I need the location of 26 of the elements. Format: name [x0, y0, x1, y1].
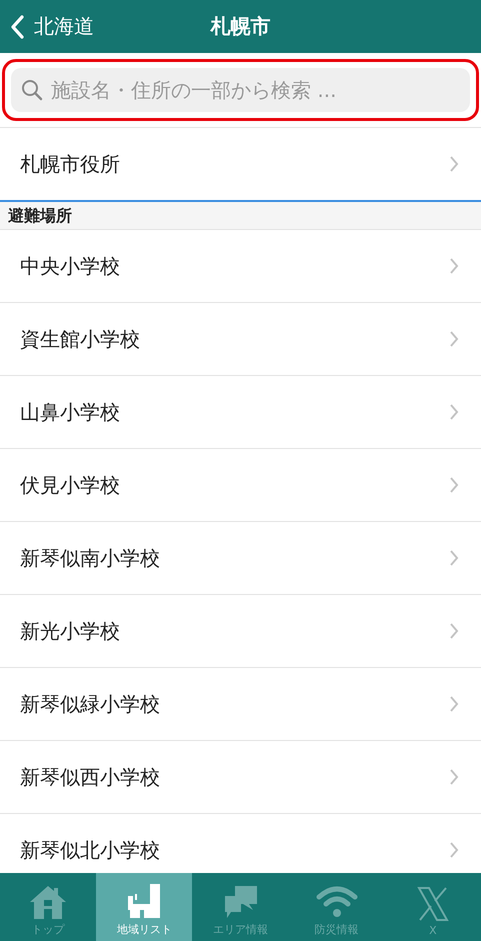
chevron-icon	[449, 622, 459, 640]
chevron-icon	[449, 841, 459, 859]
list-item[interactable]: 新琴似西小学校	[0, 741, 481, 814]
list-item[interactable]: 新光小学校	[0, 595, 481, 668]
list-item[interactable]: 山鼻小学校	[0, 376, 481, 449]
chevron-icon	[449, 155, 459, 173]
x-logo-icon	[414, 886, 451, 922]
chevron-icon	[449, 549, 459, 567]
list-item[interactable]: 新琴似南小学校	[0, 522, 481, 595]
chevron-icon	[449, 403, 459, 421]
chevron-icon	[449, 330, 459, 348]
section-header: 避難場所	[0, 200, 481, 230]
chevron-icon	[449, 257, 459, 275]
list-item[interactable]: 資生館小学校	[0, 303, 481, 376]
list-item[interactable]: 新琴似緑小学校	[0, 668, 481, 741]
chevron-icon	[449, 476, 459, 494]
search-field[interactable]: 施設名・住所の一部から検索 ...	[11, 68, 470, 112]
wifi-icon	[314, 884, 359, 920]
chevron-icon	[449, 768, 459, 786]
chevron-icon	[449, 695, 459, 713]
house-icon	[28, 884, 68, 920]
list-item[interactable]: 中央小学校	[0, 230, 481, 303]
list-item[interactable]: 伏見小学校	[0, 449, 481, 522]
back-button[interactable]: 北海道	[0, 6, 94, 46]
back-icon	[10, 14, 24, 38]
page-title: 札幌市	[210, 13, 270, 40]
